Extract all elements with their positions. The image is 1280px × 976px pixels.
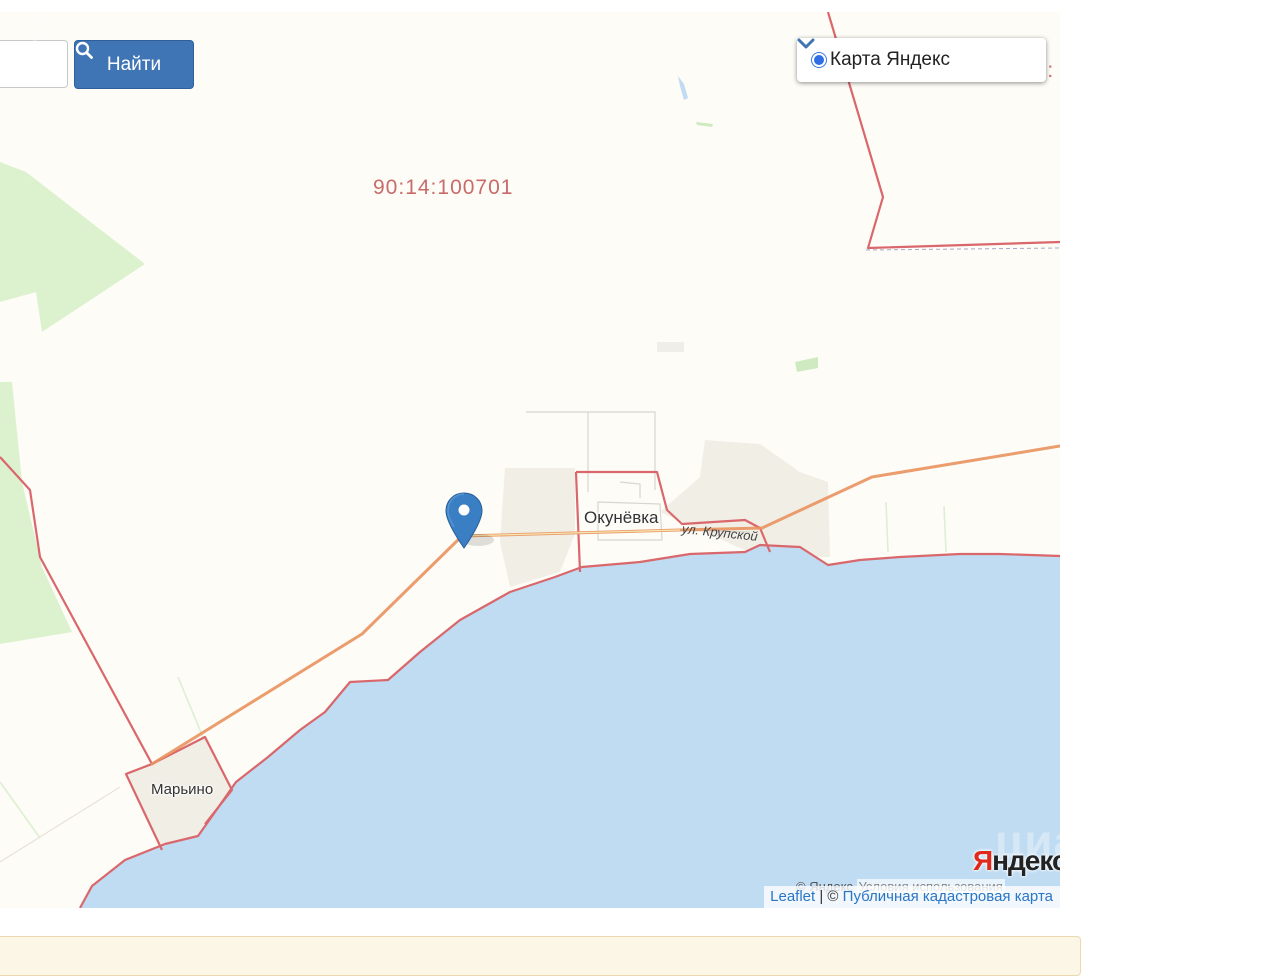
layer-switcher[interactable]: Карта Яндекс xyxy=(797,38,1046,82)
map-tiles xyxy=(0,12,1060,908)
settlement-area xyxy=(500,468,575,587)
forest-area xyxy=(0,162,145,332)
search-input[interactable] xyxy=(0,40,68,88)
forest-area xyxy=(0,382,72,644)
place-label-marino: Марьино xyxy=(151,781,214,798)
layer-selected-label: Карта Яндекс xyxy=(830,49,951,70)
search-button[interactable]: Найти xyxy=(74,40,194,89)
map-marker-icon[interactable] xyxy=(445,492,483,550)
water-body xyxy=(80,545,1060,908)
map-attribution: Leaflet | © Публичная кадастровая карта xyxy=(764,885,1060,908)
layer-radio[interactable] xyxy=(811,52,827,68)
field-patch xyxy=(657,342,684,352)
place-label-okunevka: Окунёвка xyxy=(584,508,659,527)
chevron-down-icon[interactable] xyxy=(797,38,815,50)
pond xyxy=(678,76,688,100)
boundary-line xyxy=(574,471,582,573)
leaflet-link[interactable]: Leaflet xyxy=(770,888,815,905)
field-patch xyxy=(696,122,713,127)
cadastral-label: 90:14:100701 xyxy=(373,176,514,199)
bottom-panel xyxy=(0,936,1081,976)
cadastral-map-link[interactable]: Публичная кадастровая карта xyxy=(843,888,1053,905)
search-icon xyxy=(75,41,93,59)
search-button-label: Найти xyxy=(106,53,162,75)
map-view[interactable]: 90:14:100701 90: Окунёвка Марьино ул. Кр… xyxy=(0,12,1060,908)
yandex-logo[interactable]: Яндекс xyxy=(973,847,1060,875)
field-patch xyxy=(795,357,818,372)
